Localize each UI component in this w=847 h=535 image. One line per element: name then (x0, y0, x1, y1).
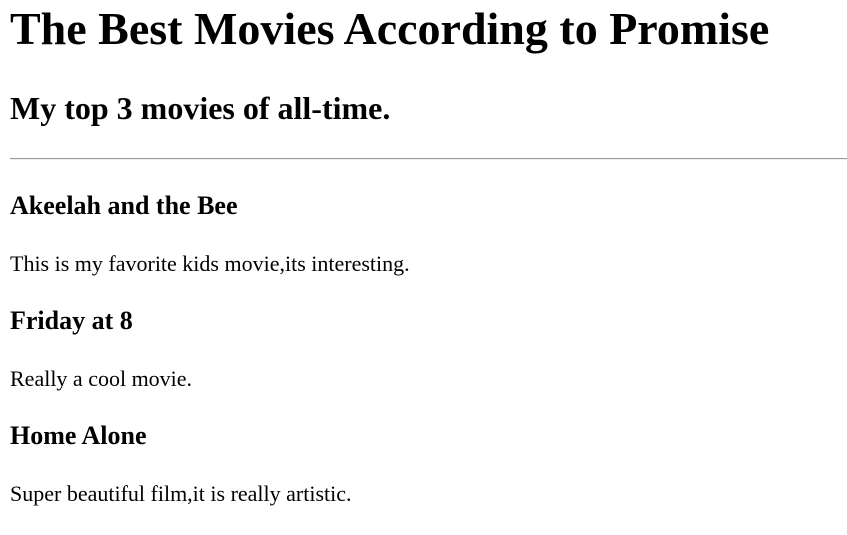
movie-description-akeelah: This is my favorite kids movie,its inter… (10, 251, 410, 276)
page-subtitle: My top 3 movies of all-time. (10, 90, 391, 126)
movie-description-home-alone: Super beautiful film,it is really artist… (10, 481, 352, 506)
movie-title-akeelah: Akeelah and the Bee (10, 191, 238, 220)
page: The Best Movies According to Promise My … (0, 0, 847, 535)
movie-title-friday: Friday at 8 (10, 306, 133, 335)
divider (10, 158, 847, 160)
page-title: The Best Movies According to Promise (10, 3, 770, 54)
movie-description-friday: Really a cool movie. (10, 366, 193, 391)
movie-title-home-alone: Home Alone (10, 421, 147, 450)
